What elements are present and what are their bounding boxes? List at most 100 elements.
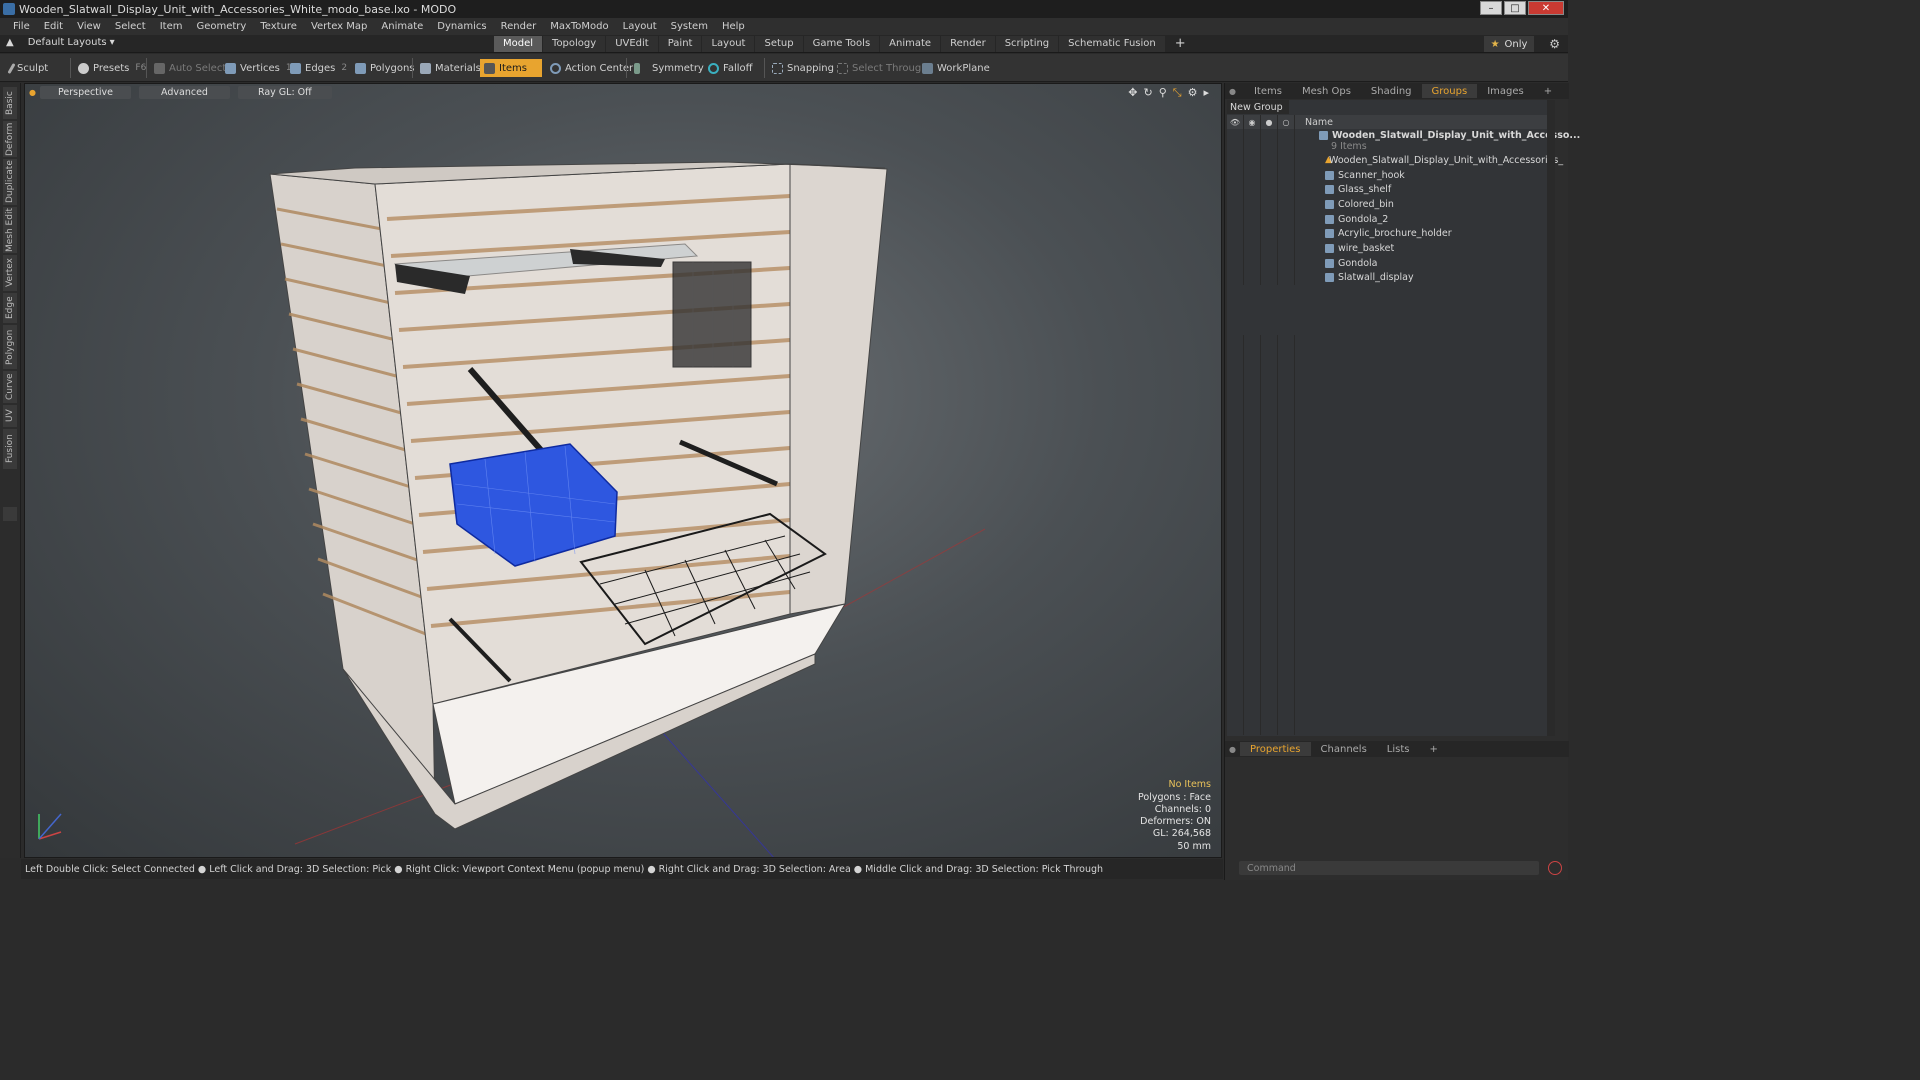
vtab-duplicate[interactable]: Duplicate (3, 159, 17, 205)
vtab-uv[interactable]: UV (3, 405, 17, 427)
menu-view[interactable]: View (70, 21, 108, 32)
tab-images[interactable]: Images (1477, 84, 1534, 98)
items-button[interactable]: Items (480, 59, 542, 77)
falloff-button[interactable]: Falloff (704, 59, 757, 77)
select-header-icon[interactable]: ○ (1278, 115, 1295, 129)
ray-gl-toggle[interactable]: Ray GL: Off (237, 85, 332, 99)
tab-scripting[interactable]: Scripting (995, 36, 1059, 52)
vtab-basic[interactable]: Basic (3, 87, 17, 119)
tab-mesh-ops[interactable]: Mesh Ops (1292, 84, 1361, 98)
menu-file[interactable]: File (6, 21, 37, 32)
edges-button[interactable]: Edges 2 (286, 59, 351, 77)
tab-lists[interactable]: Lists (1377, 742, 1420, 756)
rotate-icon[interactable]: ↻ (1144, 86, 1153, 100)
list-item[interactable]: wire_basket (1227, 241, 1555, 256)
zoom-icon[interactable]: ⚲ (1159, 86, 1167, 100)
command-input[interactable]: Command (1239, 861, 1539, 875)
vtab-fusion[interactable]: Fusion (3, 429, 17, 469)
maximize-button[interactable]: □ (1504, 1, 1526, 15)
presets-button[interactable]: Presets F6 (74, 59, 150, 77)
tab-groups[interactable]: Groups (1421, 84, 1478, 98)
vtab-curve[interactable]: Curve (3, 371, 17, 403)
add-tab-button[interactable]: + (1420, 742, 1448, 756)
menu-layout[interactable]: Layout (616, 21, 664, 32)
menu-animate[interactable]: Animate (374, 21, 430, 32)
name-column-header[interactable]: Name (1295, 117, 1333, 128)
fit-icon[interactable]: ⤡ (1173, 86, 1182, 100)
sculpt-button[interactable]: Sculpt (6, 59, 52, 77)
list-item[interactable]: Scanner_hook (1227, 167, 1555, 183)
minimize-button[interactable]: – (1480, 1, 1502, 15)
vtab-deform[interactable]: Deform (3, 121, 17, 157)
menu-geometry[interactable]: Geometry (189, 21, 253, 32)
select-through-button[interactable]: Select Through (833, 59, 932, 77)
action-center-button[interactable]: Action Center (546, 59, 637, 77)
tab-channels[interactable]: Channels (1311, 742, 1377, 756)
menu-help[interactable]: Help (715, 21, 752, 32)
panel-menu-dot-icon[interactable]: ● (1229, 745, 1236, 754)
tab-schematic-fusion[interactable]: Schematic Fusion (1059, 36, 1165, 52)
visibility-header-icon[interactable]: 👁 (1227, 115, 1244, 129)
gear-icon[interactable]: ⚙ (1549, 37, 1560, 51)
tab-model[interactable]: Model (494, 36, 543, 52)
close-button[interactable]: ✕ (1528, 1, 1564, 15)
list-item[interactable]: Colored_bin (1227, 197, 1555, 212)
expand-toolbox-button[interactable] (3, 507, 17, 521)
lock-header-icon[interactable]: ● (1261, 115, 1278, 129)
viewport-menu-dot-icon[interactable]: ● (29, 88, 36, 97)
group-row[interactable]: Wooden_Slatwall_Display_Unit_with_Access… (1227, 129, 1580, 153)
render-header-icon[interactable]: ◉ (1244, 115, 1261, 129)
tab-setup[interactable]: Setup (755, 36, 803, 52)
perspective-button[interactable]: Perspective (39, 85, 132, 99)
list-item[interactable]: Slatwall_display (1227, 270, 1555, 286)
vtab-edge[interactable]: Edge (3, 293, 17, 323)
polygons-button[interactable]: Polygons (351, 59, 419, 77)
vertices-button[interactable]: Vertices 1 (221, 59, 296, 77)
menu-render[interactable]: Render (494, 21, 544, 32)
menu-vertex-map[interactable]: Vertex Map (304, 21, 374, 32)
groups-scrollbar[interactable] (1547, 100, 1555, 736)
menu-select[interactable]: Select (108, 21, 153, 32)
command-history-button[interactable] (1548, 861, 1562, 875)
add-layout-tab-button[interactable]: + (1166, 36, 1195, 52)
tab-animate[interactable]: Animate (880, 36, 941, 52)
menu-item[interactable]: Item (153, 21, 190, 32)
tab-items[interactable]: Items (1244, 84, 1292, 98)
add-tab-button[interactable]: + (1534, 84, 1562, 98)
menu-dynamics[interactable]: Dynamics (430, 21, 493, 32)
tab-uvedit[interactable]: UVEdit (606, 36, 658, 52)
vtab-vertex[interactable]: Vertex (3, 255, 17, 291)
3d-viewport[interactable]: ● Perspective Advanced Ray GL: Off ✥ ↻ ⚲… (24, 83, 1222, 858)
panel-menu-dot-icon[interactable]: ● (1229, 87, 1236, 96)
new-group-button[interactable]: New Group (1227, 100, 1289, 114)
pan-icon[interactable]: ✥ (1128, 86, 1137, 100)
menu-edit[interactable]: Edit (37, 21, 70, 32)
list-item[interactable]: Gondola (1227, 255, 1555, 271)
auto-select-button[interactable]: Auto Select (150, 59, 230, 77)
tab-shading[interactable]: Shading (1361, 84, 1422, 98)
viewport-expand-icon[interactable]: ▸ (1203, 86, 1209, 100)
symmetry-button[interactable]: Symmetry (630, 59, 708, 77)
tab-paint[interactable]: Paint (658, 36, 702, 52)
snapping-button[interactable]: Snapping (768, 59, 838, 77)
viewport-gear-icon[interactable]: ⚙ (1188, 86, 1198, 100)
only-toggle[interactable]: ★ Only (1484, 36, 1534, 52)
list-item[interactable]: Acrylic_brochure_holder (1227, 226, 1555, 242)
advanced-shading-button[interactable]: Advanced (139, 85, 230, 99)
list-item[interactable]: ▲ Wooden_Slatwall_Display_Unit_with_Acces… (1227, 153, 1563, 168)
menu-texture[interactable]: Texture (253, 21, 304, 32)
materials-button[interactable]: Materials (416, 59, 485, 77)
workplane-button[interactable]: WorkPlane (918, 59, 994, 77)
menu-maxtomodo[interactable]: MaxToModo (543, 21, 615, 32)
tab-properties[interactable]: Properties (1239, 742, 1311, 756)
tab-topology[interactable]: Topology (543, 36, 606, 52)
menu-system[interactable]: System (664, 21, 715, 32)
tab-render[interactable]: Render (941, 36, 995, 52)
list-item[interactable]: Gondola_2 (1227, 211, 1555, 227)
vtab-polygon[interactable]: Polygon (3, 325, 17, 369)
default-layouts-dropdown[interactable]: ▲ Default Layouts ▾ (6, 37, 115, 48)
tab-layout[interactable]: Layout (702, 36, 755, 52)
vtab-mesh-edit[interactable]: Mesh Edit (3, 207, 17, 253)
tab-game-tools[interactable]: Game Tools (803, 36, 880, 52)
list-item[interactable]: Glass_shelf (1227, 182, 1555, 198)
